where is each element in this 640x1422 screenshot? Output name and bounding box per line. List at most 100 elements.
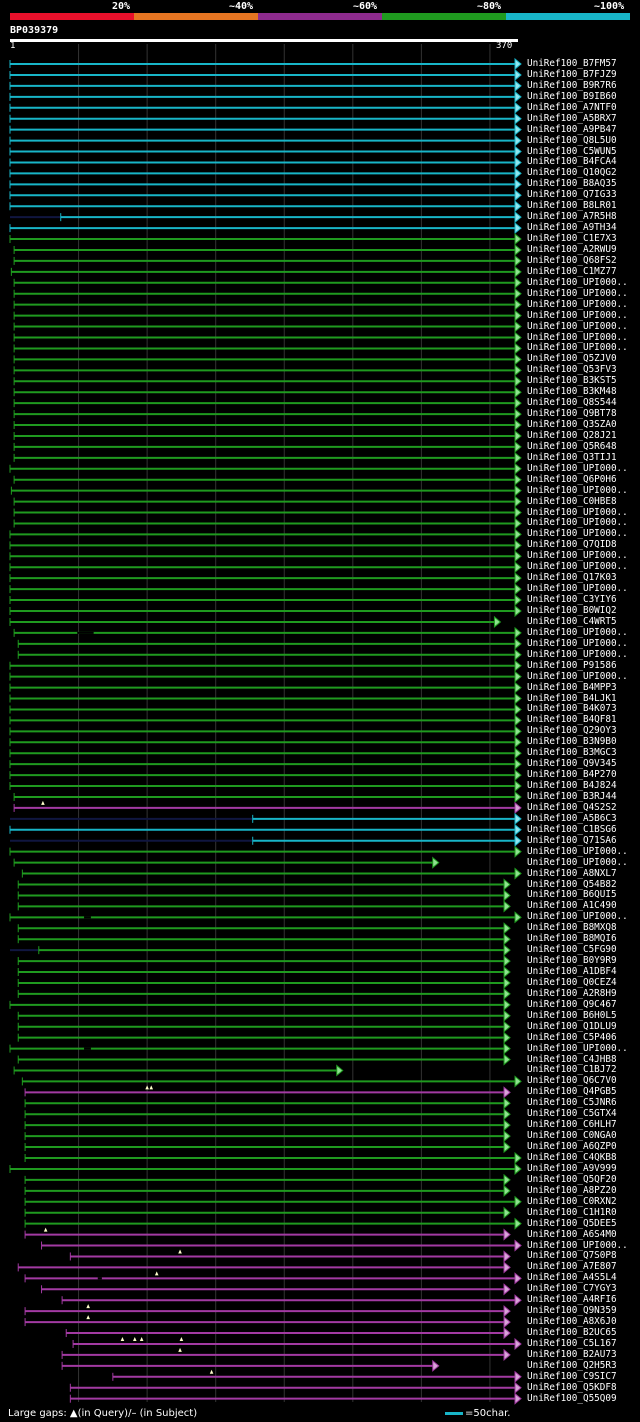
hit-label[interactable]: UniRef100_C3YIY6	[527, 594, 617, 605]
hit-label[interactable]: UniRef100_UPI000..	[527, 463, 628, 474]
hit-label[interactable]: UniRef100_C1BJ72	[527, 1064, 617, 1075]
hit-label[interactable]: UniRef100_B8MQI6	[527, 933, 617, 944]
hit-label[interactable]: UniRef100_Q6C7V0	[527, 1075, 617, 1086]
hit-label[interactable]: UniRef100_A7E807	[527, 1261, 617, 1272]
hit-label[interactable]: UniRef100_UPI000..	[527, 1043, 628, 1054]
hit-label[interactable]: UniRef100_B2AU73	[527, 1349, 617, 1360]
hit-label[interactable]: UniRef100_C1E7X3	[527, 233, 617, 244]
hit-label[interactable]: UniRef100_C4QKB8	[527, 1152, 617, 1163]
hit-label[interactable]: UniRef100_UPI000..	[527, 857, 628, 868]
hit-label[interactable]: UniRef100_B7FM57	[527, 58, 617, 69]
hit-label[interactable]: UniRef100_Q5DEE5	[527, 1218, 617, 1229]
hit-label[interactable]: UniRef100_Q28J21	[527, 430, 617, 441]
hit-label[interactable]: UniRef100_A8PZ20	[527, 1185, 617, 1196]
hit-label[interactable]: UniRef100_A5B6C3	[527, 813, 617, 824]
hit-label[interactable]: UniRef100_C5WUN5	[527, 146, 617, 157]
hit-label[interactable]: UniRef100_B9IB60	[527, 91, 617, 102]
hit-label[interactable]: UniRef100_UPI000..	[527, 332, 628, 343]
hit-label[interactable]: UniRef100_UPI000..	[527, 485, 628, 496]
hit-label[interactable]: UniRef100_C1MZ77	[527, 266, 617, 277]
hit-label[interactable]: UniRef100_A9PB47	[527, 124, 617, 135]
hit-label[interactable]: UniRef100_A1DBF4	[527, 966, 617, 977]
hit-label[interactable]: UniRef100_A7NTF0	[527, 102, 617, 113]
hit-label[interactable]: UniRef100_Q4PGB5	[527, 1086, 617, 1097]
hit-label[interactable]: UniRef100_Q9N359	[527, 1305, 617, 1316]
hit-label[interactable]: UniRef100_A6QZP0	[527, 1141, 617, 1152]
hit-label[interactable]: UniRef100_B3KST5	[527, 375, 617, 386]
hit-label[interactable]: UniRef100_Q8L5U0	[527, 135, 617, 146]
hit-label[interactable]: UniRef100_A8NXL7	[527, 868, 617, 879]
hit-label[interactable]: UniRef100_B0WIQ2	[527, 605, 617, 616]
hit-label[interactable]: UniRef100_Q5R648	[527, 441, 617, 452]
hit-label[interactable]: UniRef100_A2RWU9	[527, 244, 617, 255]
hit-label[interactable]: UniRef100_Q5KDF8	[527, 1382, 617, 1393]
hit-label[interactable]: UniRef100_C5JNR6	[527, 1097, 617, 1108]
hit-label[interactable]: UniRef100_C1H1R0	[527, 1207, 617, 1218]
hit-label[interactable]: UniRef100_Q2H5R3	[527, 1360, 617, 1371]
hit-label[interactable]: UniRef100_B3N9B0	[527, 736, 617, 747]
hit-label[interactable]: UniRef100_Q0CEZ4	[527, 977, 617, 988]
hit-label[interactable]: UniRef100_Q54B82	[527, 879, 617, 890]
hit-label[interactable]: UniRef100_C5FG90	[527, 944, 617, 955]
hit-label[interactable]: UniRef100_UPI000..	[527, 583, 628, 594]
hit-label[interactable]: UniRef100_B3MGC3	[527, 747, 617, 758]
hit-label[interactable]: UniRef100_B4FCA4	[527, 156, 617, 167]
hit-label[interactable]: UniRef100_Q7QID8	[527, 539, 617, 550]
hit-label[interactable]: UniRef100_UPI000..	[527, 517, 628, 528]
hit-label[interactable]: UniRef100_A8X6J0	[527, 1316, 617, 1327]
hit-label[interactable]: UniRef100_B4LJK1	[527, 693, 617, 704]
hit-label[interactable]: UniRef100_UPI000..	[527, 299, 628, 310]
hit-label[interactable]: UniRef100_B3RJ44	[527, 791, 617, 802]
hit-label[interactable]: UniRef100_B8LR01	[527, 200, 617, 211]
hit-label[interactable]: UniRef100_UPI000..	[527, 561, 628, 572]
hit-label[interactable]: UniRef100_UPI000..	[527, 846, 628, 857]
hit-label[interactable]: UniRef100_UPI000..	[527, 1240, 628, 1251]
hit-label[interactable]: UniRef100_UPI000..	[527, 310, 628, 321]
hit-label[interactable]: UniRef100_C5GTX4	[527, 1108, 617, 1119]
hit-label[interactable]: UniRef100_A9TH34	[527, 222, 617, 233]
hit-label[interactable]: UniRef100_Q5ZJV0	[527, 353, 617, 364]
hit-label[interactable]: UniRef100_B8AQ35	[527, 178, 617, 189]
hit-label[interactable]: UniRef100_UPI000..	[527, 528, 628, 539]
hit-label[interactable]: UniRef100_B4QF81	[527, 714, 617, 725]
hit-label[interactable]: UniRef100_Q71SA6	[527, 835, 617, 846]
hit-label[interactable]: UniRef100_C0RXN2	[527, 1196, 617, 1207]
hit-label[interactable]: UniRef100_A1C490	[527, 900, 617, 911]
hit-label[interactable]: UniRef100_B6QUI5	[527, 889, 617, 900]
hit-label[interactable]: UniRef100_Q7IG33	[527, 189, 617, 200]
hit-label[interactable]: UniRef100_UPI000..	[527, 649, 628, 660]
hit-label[interactable]: UniRef100_B0Y9R9	[527, 955, 617, 966]
hit-label[interactable]: UniRef100_Q7S0P8	[527, 1250, 617, 1261]
hit-label[interactable]: UniRef100_C1BSG6	[527, 824, 617, 835]
hit-label[interactable]: UniRef100_B4P270	[527, 769, 617, 780]
hit-label[interactable]: UniRef100_B9R7R6	[527, 80, 617, 91]
hit-label[interactable]: UniRef100_Q55Q09	[527, 1393, 617, 1404]
hit-label[interactable]: UniRef100_Q9BT78	[527, 408, 617, 419]
hit-label[interactable]: UniRef100_C4JHB8	[527, 1054, 617, 1065]
hit-label[interactable]: UniRef100_B2UC65	[527, 1327, 617, 1338]
hit-label[interactable]: UniRef100_A4RFI6	[527, 1294, 617, 1305]
hit-label[interactable]: UniRef100_UPI000..	[527, 288, 628, 299]
hit-label[interactable]: UniRef100_Q68FS2	[527, 255, 617, 266]
hit-label[interactable]: UniRef100_Q4S2S2	[527, 802, 617, 813]
hit-label[interactable]: UniRef100_C0NGA0	[527, 1130, 617, 1141]
hit-label[interactable]: UniRef100_UPI000..	[527, 911, 628, 922]
hit-label[interactable]: UniRef100_B4K073	[527, 703, 617, 714]
hit-label[interactable]: UniRef100_C5L167	[527, 1338, 617, 1349]
hit-label[interactable]: UniRef100_C6HLH7	[527, 1119, 617, 1130]
hit-label[interactable]: UniRef100_P91586	[527, 660, 617, 671]
hit-label[interactable]: UniRef100_UPI000..	[527, 550, 628, 561]
hit-label[interactable]: UniRef100_B8MXQ8	[527, 922, 617, 933]
hit-label[interactable]: UniRef100_B3KM48	[527, 386, 617, 397]
hit-label[interactable]: UniRef100_Q9C467	[527, 999, 617, 1010]
hit-label[interactable]: UniRef100_A6S4M0	[527, 1229, 617, 1240]
hit-label[interactable]: UniRef100_A4S5L4	[527, 1272, 617, 1283]
hit-label[interactable]: UniRef100_Q29OY3	[527, 725, 617, 736]
hit-label[interactable]: UniRef100_UPI000..	[527, 627, 628, 638]
hit-label[interactable]: UniRef100_UPI000..	[527, 277, 628, 288]
hit-label[interactable]: UniRef100_Q10QG2	[527, 167, 617, 178]
hit-label[interactable]: UniRef100_Q1DLU9	[527, 1021, 617, 1032]
hit-label[interactable]: UniRef100_Q17K03	[527, 572, 617, 583]
hit-label[interactable]: UniRef100_A2R8H9	[527, 988, 617, 999]
hit-label[interactable]: UniRef100_Q53FV3	[527, 364, 617, 375]
